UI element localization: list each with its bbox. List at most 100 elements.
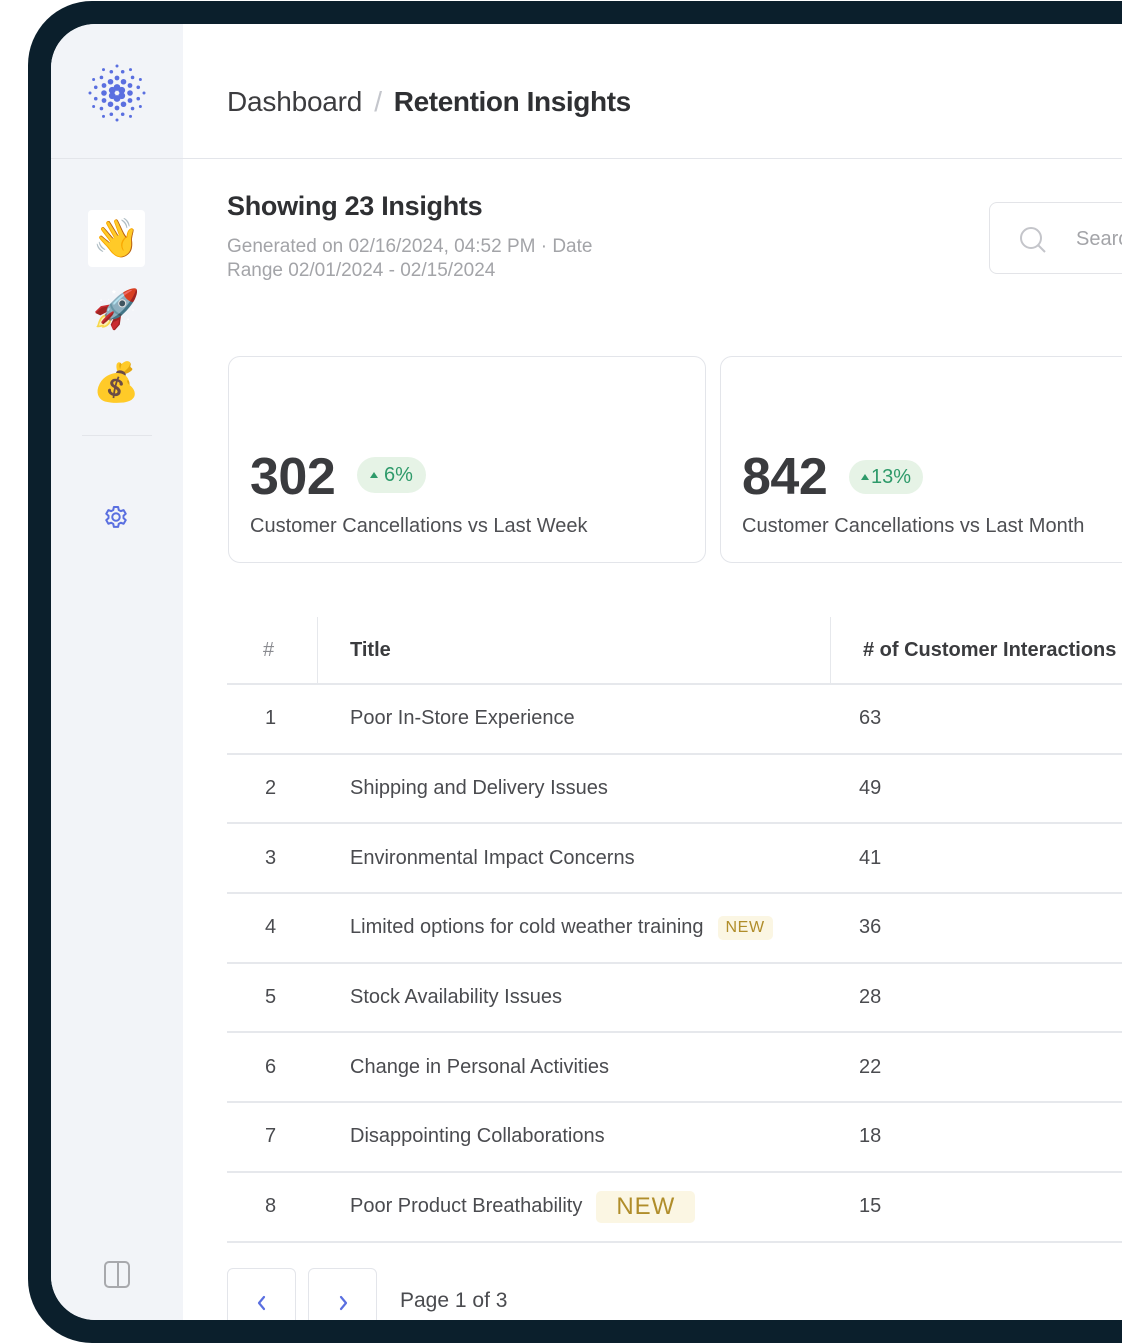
delta-badge: 13%: [849, 460, 924, 494]
previous-page-button[interactable]: [227, 1268, 296, 1320]
logo-dot: [129, 114, 132, 118]
column-divider: [317, 617, 318, 683]
new-badge: NEW: [717, 915, 773, 940]
row-title: Change in Personal Activities: [350, 1033, 609, 1101]
row-title-text: Poor Product Breathability: [350, 1195, 583, 1218]
logo-dot: [115, 118, 119, 122]
generated-meta: Generated on 02/16/2024, 04:52 PM · Date…: [227, 236, 593, 281]
sidebar-item-rocket[interactable]: 🚀: [88, 281, 145, 338]
row-title-text: Limited options for cold weather trainin…: [350, 916, 704, 939]
row-number: 7: [265, 1125, 277, 1148]
stat-card-weekly: 302 6% Customer Cancellations vs Last We…: [228, 356, 706, 563]
logo-dot: [92, 105, 96, 108]
logo-dot: [127, 83, 133, 88]
row-title: Disappointing Collaborations: [350, 1103, 605, 1171]
table-row[interactable]: 1 Poor In-Store Experience 63: [227, 685, 1122, 755]
logo-dot: [107, 78, 114, 85]
sidebar-item-money-bag[interactable]: 💰: [88, 354, 145, 411]
column-header-interactions[interactable]: # of Customer Interactions: [863, 617, 1116, 683]
sidebar-item-waving-hand[interactable]: 👋: [88, 210, 145, 267]
logo-dot: [136, 96, 141, 101]
table-row[interactable]: 5 Stock Availability Issues 28: [227, 964, 1122, 1034]
row-title: Limited options for cold weather trainin…: [350, 894, 773, 962]
row-interaction-count: 15: [859, 1195, 882, 1218]
row-number: 4: [265, 916, 277, 939]
chevron-right-icon: [339, 1295, 347, 1310]
trend-up-icon: [370, 472, 378, 478]
row-number: 6: [265, 1055, 277, 1078]
stat-value: 302: [250, 448, 336, 506]
row-interaction-count: 18: [859, 1125, 882, 1148]
logo-dot: [102, 68, 105, 72]
next-page-button[interactable]: [308, 1268, 377, 1320]
trend-up-icon: [861, 474, 869, 480]
insights-table: # Title # of Customer Interactions 1 Poor…: [227, 617, 1122, 1243]
table-row[interactable]: 8 Poor Product Breathability NEW 15: [227, 1173, 1122, 1243]
logo-dot: [130, 75, 135, 80]
logo-dot: [99, 75, 104, 80]
logo-dot: [127, 90, 133, 96]
app-screen: 👋 🚀 💰 Dashboard / Retention Insights Showi…: [51, 24, 1122, 1320]
search-input[interactable]: [1076, 221, 1122, 257]
column-header-number[interactable]: #: [263, 617, 274, 683]
logo-dot: [101, 83, 107, 88]
main-content: Showing 23 Insights Generated on 02/16/2…: [227, 159, 1122, 1320]
row-interaction-count: 63: [859, 707, 882, 730]
sidebar-divider: [82, 435, 152, 436]
row-title-text: Poor In-Store Experience: [350, 707, 575, 730]
logo-dot: [102, 114, 105, 118]
table-row[interactable]: 6 Change in Personal Activities 22: [227, 1033, 1122, 1104]
logo-dot: [114, 75, 120, 81]
breadcrumb-current: Retention Insights: [393, 86, 631, 117]
row-number: 8: [265, 1195, 277, 1218]
column-header-title[interactable]: Title: [350, 617, 391, 683]
table-row[interactable]: 7 Disappointing Collaborations 18: [227, 1103, 1122, 1173]
logo-dot: [120, 112, 125, 117]
table-row[interactable]: 4 Limited options for cold weather traini…: [227, 894, 1122, 964]
delta-value: 13%: [871, 465, 912, 488]
logo-dot: [93, 85, 98, 90]
row-title: Stock Availability Issues: [350, 964, 562, 1032]
logo-dot: [142, 91, 146, 95]
logo-dot: [136, 85, 141, 90]
row-number: 5: [265, 986, 277, 1009]
logo-icon[interactable]: [87, 61, 147, 125]
logo-dot: [107, 101, 114, 108]
table-row[interactable]: 3 Environmental Impact Concerns 41: [227, 824, 1122, 895]
row-title-text: Stock Availability Issues: [350, 986, 562, 1009]
logo-dot: [120, 78, 127, 85]
logo-dot: [118, 86, 126, 94]
row-interaction-count: 36: [859, 916, 882, 939]
search-box[interactable]: [989, 202, 1122, 274]
chevron-left-icon: [257, 1295, 265, 1310]
logo-dot: [101, 90, 107, 96]
stat-label: Customer Cancellations vs Last Month: [742, 515, 1085, 537]
table-header: # Title # of Customer Interactions: [227, 617, 1122, 685]
row-interaction-count: 49: [859, 777, 882, 800]
row-title: Poor Product Breathability NEW: [350, 1173, 696, 1241]
row-number: 2: [265, 777, 277, 800]
table-row[interactable]: 2 Shipping and Delivery Issues 49: [227, 755, 1122, 825]
row-title-text: Disappointing Collaborations: [350, 1125, 605, 1148]
row-title-text: Change in Personal Activities: [350, 1055, 610, 1078]
breadcrumb-dashboard[interactable]: Dashboard: [227, 86, 362, 117]
row-title: Shipping and Delivery Issues: [350, 755, 608, 823]
row-interaction-count: 28: [859, 986, 882, 1009]
logo-dot: [93, 96, 98, 101]
row-title-text: Shipping and Delivery Issues: [350, 777, 608, 800]
gear-icon[interactable]: [101, 502, 131, 532]
delta-badge: 6%: [357, 457, 426, 493]
logo-dot: [138, 78, 142, 81]
row-title-text: Environmental Impact Concerns: [350, 846, 635, 869]
logo-dot: [115, 64, 119, 68]
logo-dot: [109, 69, 114, 74]
sidebar-toggle-icon[interactable]: [102, 1259, 132, 1289]
row-interaction-count: 22: [859, 1055, 882, 1078]
row-number: 3: [265, 846, 277, 869]
row-title: Environmental Impact Concerns: [350, 824, 635, 892]
stat-card-monthly: 842 13% Customer Cancellations vs Last M…: [720, 356, 1122, 563]
new-badge: NEW: [596, 1190, 696, 1223]
logo-dot: [129, 68, 132, 72]
logo-dot: [130, 106, 135, 111]
page-indicator: Page 1 of 3: [400, 1289, 508, 1312]
